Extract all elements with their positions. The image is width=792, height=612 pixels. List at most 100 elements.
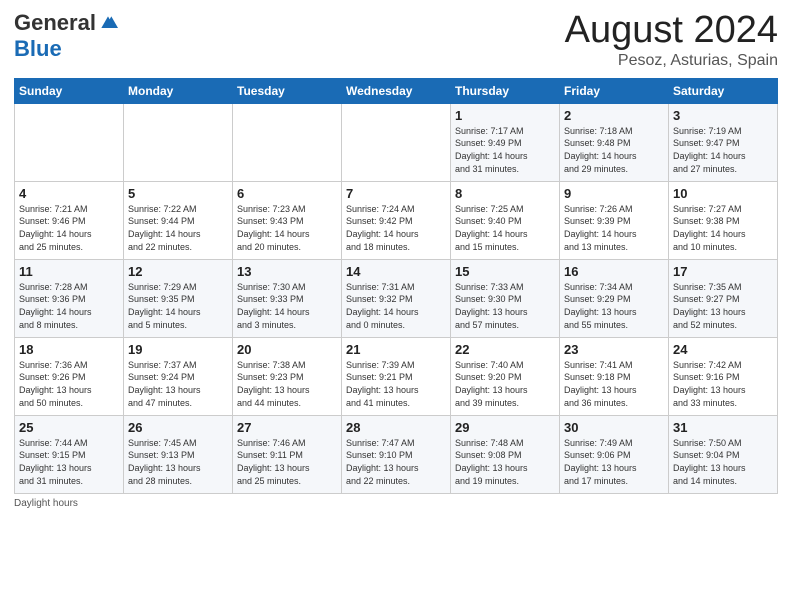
logo-icon bbox=[98, 13, 118, 33]
day-info: Sunrise: 7:38 AM Sunset: 9:23 PM Dayligh… bbox=[237, 359, 337, 409]
day-info: Sunrise: 7:28 AM Sunset: 9:36 PM Dayligh… bbox=[19, 281, 119, 331]
week-row-4: 18 Sunrise: 7:36 AM Sunset: 9:26 PM Dayli… bbox=[15, 337, 778, 415]
day-number: 18 bbox=[19, 342, 119, 357]
calendar-cell: 18 Sunrise: 7:36 AM Sunset: 9:26 PM Dayli… bbox=[15, 337, 124, 415]
header-area: General Blue August 2024 Pesoz, Asturias… bbox=[14, 10, 778, 70]
day-info: Sunrise: 7:44 AM Sunset: 9:15 PM Dayligh… bbox=[19, 437, 119, 487]
day-number: 31 bbox=[673, 420, 773, 435]
day-info: Sunrise: 7:29 AM Sunset: 9:35 PM Dayligh… bbox=[128, 281, 228, 331]
day-number: 24 bbox=[673, 342, 773, 357]
day-number: 19 bbox=[128, 342, 228, 357]
day-number: 6 bbox=[237, 186, 337, 201]
calendar-cell: 2 Sunrise: 7:18 AM Sunset: 9:48 PM Daylig… bbox=[560, 103, 669, 181]
day-number: 8 bbox=[455, 186, 555, 201]
calendar-cell: 12 Sunrise: 7:29 AM Sunset: 9:35 PM Dayli… bbox=[124, 259, 233, 337]
day-info: Sunrise: 7:35 AM Sunset: 9:27 PM Dayligh… bbox=[673, 281, 773, 331]
logo-general-text: General bbox=[14, 10, 96, 36]
day-info: Sunrise: 7:27 AM Sunset: 9:38 PM Dayligh… bbox=[673, 203, 773, 253]
title-area: August 2024 Pesoz, Asturias, Spain bbox=[565, 10, 778, 70]
page: General Blue August 2024 Pesoz, Asturias… bbox=[0, 0, 792, 519]
calendar-cell: 11 Sunrise: 7:28 AM Sunset: 9:36 PM Dayli… bbox=[15, 259, 124, 337]
calendar-table: SundayMondayTuesdayWednesdayThursdayFrid… bbox=[14, 78, 778, 494]
calendar-cell: 20 Sunrise: 7:38 AM Sunset: 9:23 PM Dayli… bbox=[233, 337, 342, 415]
day-header-tuesday: Tuesday bbox=[233, 78, 342, 103]
calendar-cell: 26Sunrise: 7:45 AM Sunset: 9:13 PM Dayli… bbox=[124, 415, 233, 493]
day-header-saturday: Saturday bbox=[669, 78, 778, 103]
calendar-body: 1 Sunrise: 7:17 AM Sunset: 9:49 PM Daylig… bbox=[15, 103, 778, 493]
day-number: 21 bbox=[346, 342, 446, 357]
calendar-cell: 8 Sunrise: 7:25 AM Sunset: 9:40 PM Daylig… bbox=[451, 181, 560, 259]
calendar-header: SundayMondayTuesdayWednesdayThursdayFrid… bbox=[15, 78, 778, 103]
day-number: 12 bbox=[128, 264, 228, 279]
day-header-sunday: Sunday bbox=[15, 78, 124, 103]
day-info: Sunrise: 7:46 AM Sunset: 9:11 PM Dayligh… bbox=[237, 437, 337, 487]
calendar-cell: 14Sunrise: 7:31 AM Sunset: 9:32 PM Dayli… bbox=[342, 259, 451, 337]
calendar-cell: 1 Sunrise: 7:17 AM Sunset: 9:49 PM Daylig… bbox=[451, 103, 560, 181]
day-info: Sunrise: 7:49 AM Sunset: 9:06 PM Dayligh… bbox=[564, 437, 664, 487]
calendar-cell: 29Sunrise: 7:48 AM Sunset: 9:08 PM Dayli… bbox=[451, 415, 560, 493]
day-info: Sunrise: 7:34 AM Sunset: 9:29 PM Dayligh… bbox=[564, 281, 664, 331]
day-number: 29 bbox=[455, 420, 555, 435]
day-number: 28 bbox=[346, 420, 446, 435]
calendar-cell: 15 Sunrise: 7:33 AM Sunset: 9:30 PM Dayli… bbox=[451, 259, 560, 337]
footer-note: Daylight hours bbox=[14, 498, 778, 509]
day-number: 27 bbox=[237, 420, 337, 435]
day-info: Sunrise: 7:19 AM Sunset: 9:47 PM Dayligh… bbox=[673, 125, 773, 175]
day-info: Sunrise: 7:26 AM Sunset: 9:39 PM Dayligh… bbox=[564, 203, 664, 253]
day-number: 4 bbox=[19, 186, 119, 201]
calendar-cell: 19 Sunrise: 7:37 AM Sunset: 9:24 PM Dayli… bbox=[124, 337, 233, 415]
calendar-cell: 5Sunrise: 7:22 AM Sunset: 9:44 PM Daylig… bbox=[124, 181, 233, 259]
calendar-cell: 10 Sunrise: 7:27 AM Sunset: 9:38 PM Dayli… bbox=[669, 181, 778, 259]
calendar-cell: 27 Sunrise: 7:46 AM Sunset: 9:11 PM Dayli… bbox=[233, 415, 342, 493]
calendar-cell: 9 Sunrise: 7:26 AM Sunset: 9:39 PM Daylig… bbox=[560, 181, 669, 259]
day-number: 14 bbox=[346, 264, 446, 279]
day-info: Sunrise: 7:40 AM Sunset: 9:20 PM Dayligh… bbox=[455, 359, 555, 409]
day-number: 20 bbox=[237, 342, 337, 357]
day-info: Sunrise: 7:23 AM Sunset: 9:43 PM Dayligh… bbox=[237, 203, 337, 253]
day-info: Sunrise: 7:36 AM Sunset: 9:26 PM Dayligh… bbox=[19, 359, 119, 409]
day-info: Sunrise: 7:50 AM Sunset: 9:04 PM Dayligh… bbox=[673, 437, 773, 487]
calendar-cell bbox=[342, 103, 451, 181]
day-info: Sunrise: 7:47 AM Sunset: 9:10 PM Dayligh… bbox=[346, 437, 446, 487]
location: Pesoz, Asturias, Spain bbox=[565, 52, 778, 70]
day-header-wednesday: Wednesday bbox=[342, 78, 451, 103]
day-header-monday: Monday bbox=[124, 78, 233, 103]
day-number: 16 bbox=[564, 264, 664, 279]
day-number: 25 bbox=[19, 420, 119, 435]
day-number: 1 bbox=[455, 108, 555, 123]
calendar-cell: 17Sunrise: 7:35 AM Sunset: 9:27 PM Dayli… bbox=[669, 259, 778, 337]
calendar-cell: 24Sunrise: 7:42 AM Sunset: 9:16 PM Dayli… bbox=[669, 337, 778, 415]
calendar-cell: 16 Sunrise: 7:34 AM Sunset: 9:29 PM Dayli… bbox=[560, 259, 669, 337]
day-info: Sunrise: 7:45 AM Sunset: 9:13 PM Dayligh… bbox=[128, 437, 228, 487]
day-info: Sunrise: 7:24 AM Sunset: 9:42 PM Dayligh… bbox=[346, 203, 446, 253]
calendar-cell bbox=[15, 103, 124, 181]
calendar-cell: 31 Sunrise: 7:50 AM Sunset: 9:04 PM Dayli… bbox=[669, 415, 778, 493]
day-number: 11 bbox=[19, 264, 119, 279]
day-info: Sunrise: 7:33 AM Sunset: 9:30 PM Dayligh… bbox=[455, 281, 555, 331]
day-number: 7 bbox=[346, 186, 446, 201]
logo: General Blue bbox=[14, 10, 118, 62]
calendar-cell: 4 Sunrise: 7:21 AM Sunset: 9:46 PM Daylig… bbox=[15, 181, 124, 259]
calendar-cell: 3Sunrise: 7:19 AM Sunset: 9:47 PM Daylig… bbox=[669, 103, 778, 181]
week-row-3: 11 Sunrise: 7:28 AM Sunset: 9:36 PM Dayli… bbox=[15, 259, 778, 337]
day-info: Sunrise: 7:25 AM Sunset: 9:40 PM Dayligh… bbox=[455, 203, 555, 253]
calendar-cell: 21 Sunrise: 7:39 AM Sunset: 9:21 PM Dayli… bbox=[342, 337, 451, 415]
day-info: Sunrise: 7:30 AM Sunset: 9:33 PM Dayligh… bbox=[237, 281, 337, 331]
day-info: Sunrise: 7:39 AM Sunset: 9:21 PM Dayligh… bbox=[346, 359, 446, 409]
day-number: 22 bbox=[455, 342, 555, 357]
calendar-cell: 30Sunrise: 7:49 AM Sunset: 9:06 PM Dayli… bbox=[560, 415, 669, 493]
day-header-friday: Friday bbox=[560, 78, 669, 103]
day-info: Sunrise: 7:37 AM Sunset: 9:24 PM Dayligh… bbox=[128, 359, 228, 409]
day-number: 5 bbox=[128, 186, 228, 201]
day-header-thursday: Thursday bbox=[451, 78, 560, 103]
calendar-cell: 7 Sunrise: 7:24 AM Sunset: 9:42 PM Daylig… bbox=[342, 181, 451, 259]
week-row-5: 25 Sunrise: 7:44 AM Sunset: 9:15 PM Dayli… bbox=[15, 415, 778, 493]
day-info: Sunrise: 7:21 AM Sunset: 9:46 PM Dayligh… bbox=[19, 203, 119, 253]
day-number: 15 bbox=[455, 264, 555, 279]
day-number: 2 bbox=[564, 108, 664, 123]
day-info: Sunrise: 7:18 AM Sunset: 9:48 PM Dayligh… bbox=[564, 125, 664, 175]
day-number: 9 bbox=[564, 186, 664, 201]
calendar-cell bbox=[124, 103, 233, 181]
day-info: Sunrise: 7:17 AM Sunset: 9:49 PM Dayligh… bbox=[455, 125, 555, 175]
day-number: 10 bbox=[673, 186, 773, 201]
